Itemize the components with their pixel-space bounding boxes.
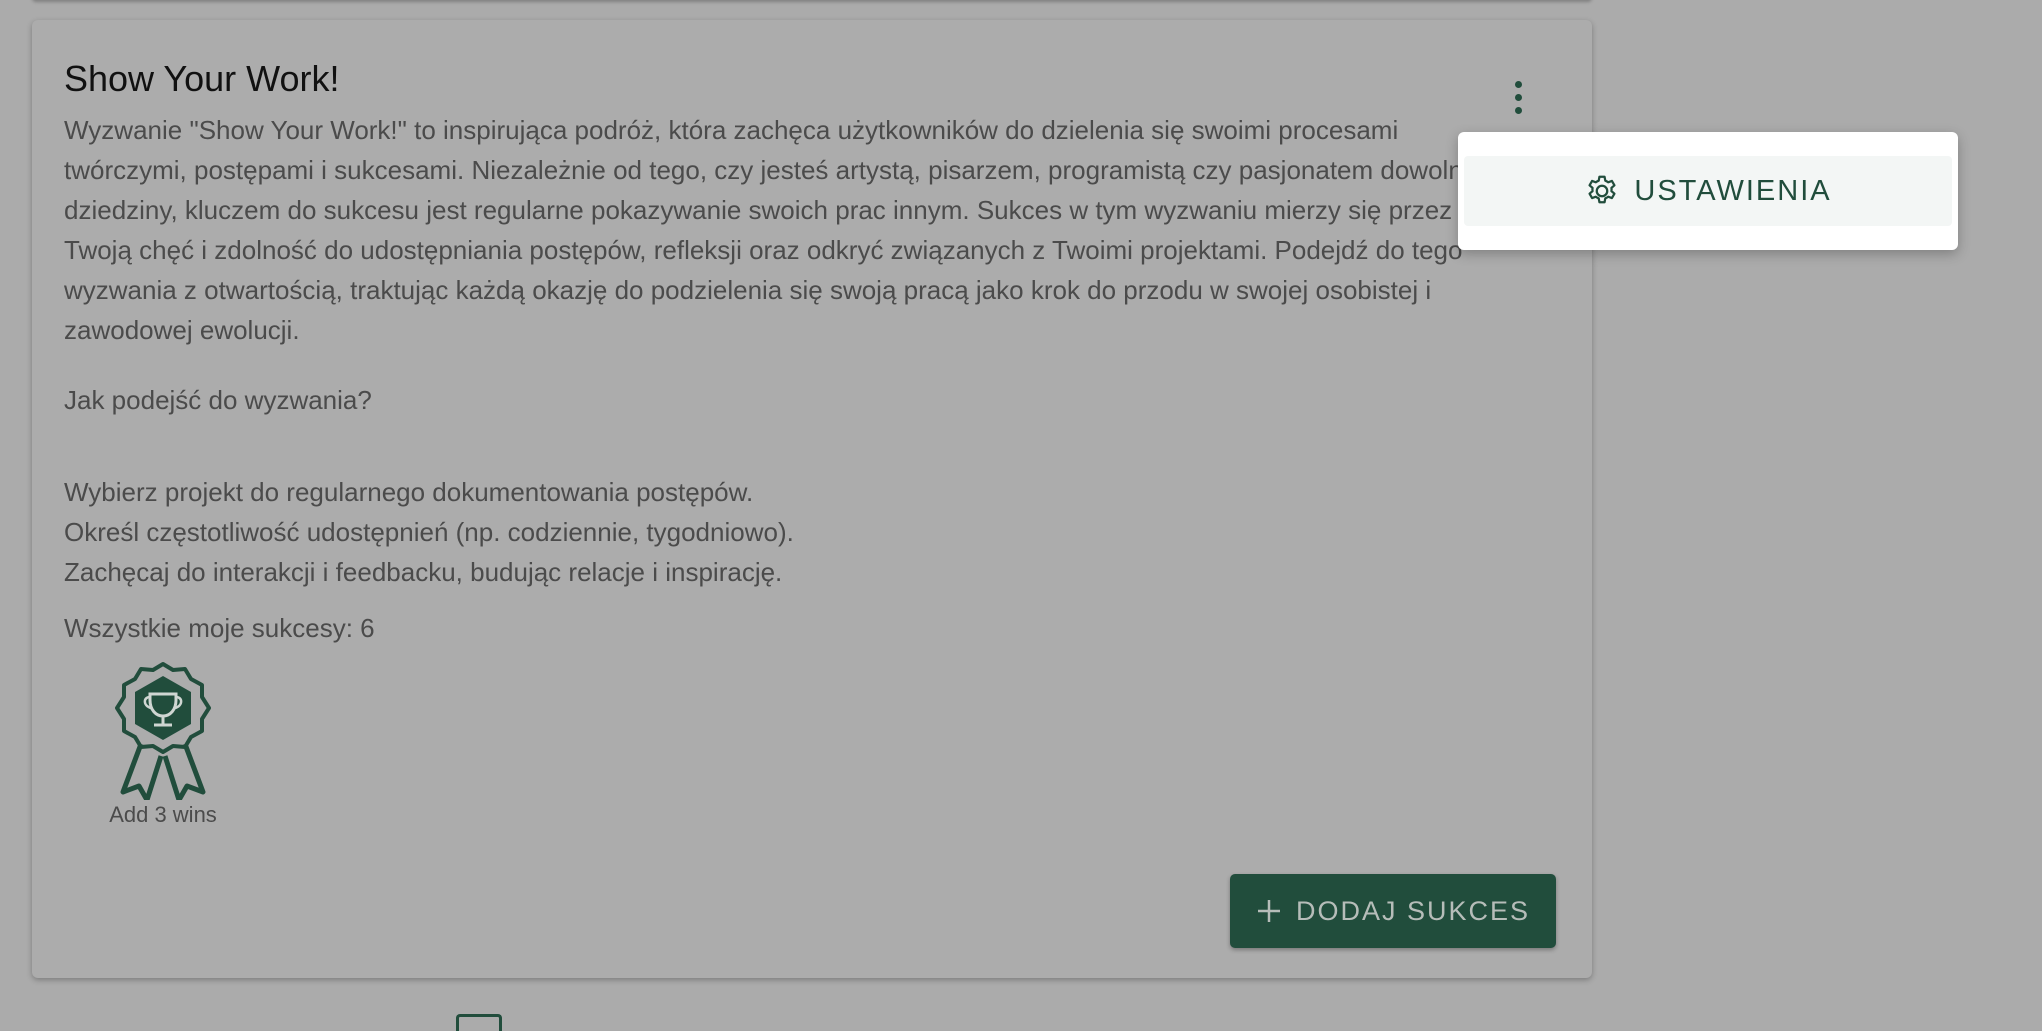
wins-count: Wszystkie moje sukcesy: 6 xyxy=(64,613,375,643)
menu-item-settings[interactable]: USTAWIENIA xyxy=(1464,156,1952,226)
kebab-menu-icon[interactable] xyxy=(1498,72,1538,122)
card-title: Show Your Work! xyxy=(64,58,340,99)
list-item: Zachęcaj do interakcji i feedbacku, budu… xyxy=(64,557,783,587)
menu-item-settings-label: USTAWIENIA xyxy=(1634,174,1832,207)
achievement-badge: Add 3 wins xyxy=(98,660,228,828)
card-options-menu: USTAWIENIA xyxy=(1458,132,1958,250)
next-card-icon xyxy=(456,1014,502,1031)
steps-list: Wybierz projekt do regularnego dokumento… xyxy=(64,472,794,592)
challenge-description: Wyzwanie "Show Your Work!" to inspirując… xyxy=(64,115,1484,345)
trophy-rosette-icon xyxy=(115,662,211,800)
list-item: Określ częstotliwość udostępnień (np. co… xyxy=(64,517,794,547)
badge-label: Add 3 wins xyxy=(109,802,217,827)
gear-icon xyxy=(1588,175,1616,204)
add-win-button[interactable]: DODAJ SUKCES xyxy=(1230,874,1556,948)
challenge-card: Show Your Work! Wyzwanie "Show Your Work… xyxy=(32,20,1592,978)
plus-icon xyxy=(1257,900,1280,922)
approach-question: Jak podejść do wyzwania? xyxy=(64,385,372,415)
add-win-label: DODAJ SUKCES xyxy=(1295,895,1531,926)
list-item: Wybierz projekt do regularnego dokumento… xyxy=(64,477,754,507)
